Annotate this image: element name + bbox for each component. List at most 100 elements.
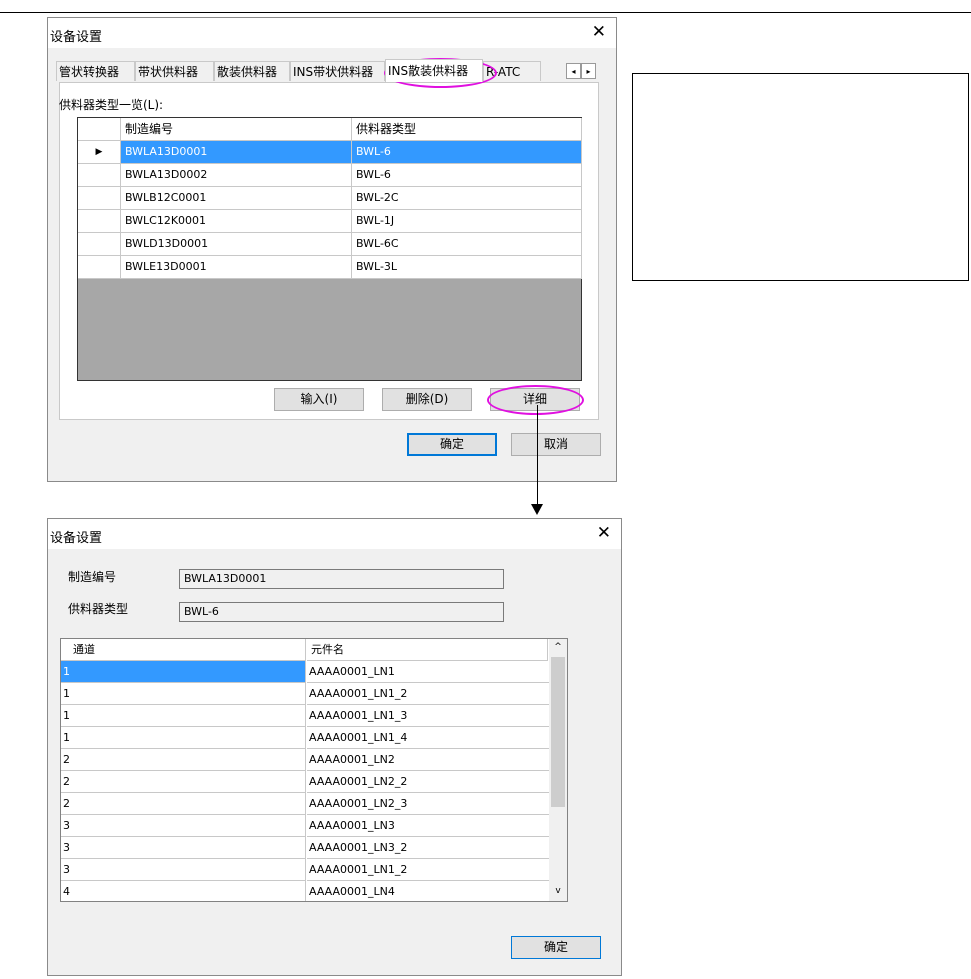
- close-icon[interactable]: ✕: [597, 523, 611, 543]
- feeder-type-grid: 制造编号 供料器类型 ▶ BWLA13D0001 BWL-6 BWLA13D00…: [77, 117, 582, 381]
- channel-cell[interactable]: 2: [61, 771, 306, 793]
- serial-cell[interactable]: BWLD13D0001: [121, 233, 352, 256]
- row-header[interactable]: [78, 187, 121, 210]
- table-row[interactable]: 1 AAAA0001_LN1_3: [61, 705, 550, 727]
- table-row[interactable]: 3 AAAA0001_LN1_2: [61, 859, 550, 881]
- column-header-channel[interactable]: 通道: [61, 639, 306, 661]
- part-name-cell[interactable]: AAAA0001_LN3_2: [307, 837, 550, 859]
- serial-field: BWLA13D0001: [179, 569, 504, 589]
- serial-cell[interactable]: BWLB12C0001: [121, 187, 352, 210]
- delete-button[interactable]: 删除(D): [382, 388, 472, 411]
- table-row[interactable]: 2 AAAA0001_LN2: [61, 749, 550, 771]
- scroll-up-icon[interactable]: ^: [549, 639, 567, 656]
- row-header[interactable]: [78, 164, 121, 187]
- table-row[interactable]: 1 AAAA0001_LN1_2: [61, 683, 550, 705]
- tab-r-atc[interactable]: R-ATC: [483, 61, 541, 81]
- feeder-type-cell[interactable]: BWL-1J: [352, 210, 582, 233]
- serial-cell[interactable]: BWLA13D0001: [121, 141, 352, 164]
- ok-button[interactable]: 确定: [407, 433, 497, 456]
- import-button[interactable]: 输入(I): [274, 388, 364, 411]
- channel-cell[interactable]: 1: [61, 705, 306, 727]
- channel-cell[interactable]: 2: [61, 793, 306, 815]
- part-name-cell[interactable]: AAAA0001_LN2: [307, 749, 550, 771]
- tab-ins-tape-feeder[interactable]: INS带状供料器: [290, 61, 385, 81]
- feeder-type-cell[interactable]: BWL-3L: [352, 256, 582, 279]
- detail-ok-button[interactable]: 确定: [511, 936, 601, 959]
- feeder-type-label: 供料器类型: [68, 602, 129, 616]
- column-header-part-name[interactable]: 元件名: [307, 639, 548, 661]
- table-row[interactable]: 1 AAAA0001_LN1_4: [61, 727, 550, 749]
- channel-cell[interactable]: 1: [61, 727, 306, 749]
- part-name-cell[interactable]: AAAA0001_LN2_2: [307, 771, 550, 793]
- grid-header-row: 通道 元件名: [61, 639, 549, 661]
- feeder-type-cell[interactable]: BWL-2C: [352, 187, 582, 210]
- title-bar: 设备设置 ✕: [48, 18, 616, 48]
- column-header-feeder-type[interactable]: 供料器类型: [352, 118, 582, 141]
- serial-label: 制造编号: [68, 570, 117, 584]
- channel-cell[interactable]: 3: [61, 837, 306, 859]
- channel-part-grid: 通道 元件名 1 AAAA0001_LN1 1 AAAA0001_LN1_2 1 AAAA…: [60, 638, 568, 902]
- serial-cell[interactable]: BWLC12K0001: [121, 210, 352, 233]
- table-row[interactable]: 2 AAAA0001_LN2_2: [61, 771, 550, 793]
- dialog-title: 设备设置: [50, 531, 103, 546]
- scroll-down-icon[interactable]: v: [549, 883, 567, 900]
- close-icon[interactable]: ✕: [592, 22, 606, 42]
- tab-bulk-feeder[interactable]: 散装供料器: [214, 61, 290, 81]
- channel-cell[interactable]: 4: [61, 881, 306, 901]
- part-name-cell[interactable]: AAAA0001_LN1_4: [307, 727, 550, 749]
- row-header[interactable]: [78, 256, 121, 279]
- tab-strip: 管状转换器 带状供料器 散装供料器 INS带状供料器 INS散装供料器 R-AT…: [56, 59, 611, 82]
- channel-cell[interactable]: 1: [61, 683, 306, 705]
- channel-cell[interactable]: 2: [61, 749, 306, 771]
- tab-scroll-left-icon[interactable]: ◂: [566, 63, 581, 79]
- vertical-scrollbar[interactable]: ^ v: [549, 639, 567, 901]
- row-header[interactable]: [78, 233, 121, 256]
- serial-cell[interactable]: BWLE13D0001: [121, 256, 352, 279]
- tab-scroll-right-icon[interactable]: ▸: [581, 63, 596, 79]
- dialog-title: 设备设置: [50, 30, 103, 45]
- current-row-indicator-icon: ▶: [78, 141, 121, 164]
- table-row[interactable]: BWLC12K0001 BWL-1J: [78, 210, 582, 233]
- arrow-line: [537, 405, 538, 505]
- part-name-cell[interactable]: AAAA0001_LN1_2: [307, 683, 550, 705]
- table-row[interactable]: 2 AAAA0001_LN2_3: [61, 793, 550, 815]
- callout-box: [632, 73, 969, 281]
- table-row[interactable]: BWLD13D0001 BWL-6C: [78, 233, 582, 256]
- tab-tape-feeder[interactable]: 带状供料器: [135, 61, 214, 81]
- detail-button[interactable]: 详细: [490, 388, 580, 411]
- part-name-cell[interactable]: AAAA0001_LN1: [307, 661, 550, 683]
- part-name-cell[interactable]: AAAA0001_LN1_2: [307, 859, 550, 881]
- table-row[interactable]: BWLE13D0001 BWL-3L: [78, 256, 582, 279]
- table-row[interactable]: BWLA13D0002 BWL-6: [78, 164, 582, 187]
- feeder-type-cell[interactable]: BWL-6C: [352, 233, 582, 256]
- table-row[interactable]: 3 AAAA0001_LN3_2: [61, 837, 550, 859]
- table-row[interactable]: 3 AAAA0001_LN3: [61, 815, 550, 837]
- top-rule: [0, 12, 971, 13]
- feeder-type-cell[interactable]: BWL-6: [352, 164, 582, 187]
- cancel-button[interactable]: 取消: [511, 433, 601, 456]
- scroll-thumb[interactable]: [551, 657, 565, 807]
- part-name-cell[interactable]: AAAA0001_LN1_3: [307, 705, 550, 727]
- part-name-cell[interactable]: AAAA0001_LN2_3: [307, 793, 550, 815]
- row-header-corner: [78, 118, 121, 141]
- channel-cell[interactable]: 1: [61, 661, 306, 683]
- feeder-type-list-label: 供料器类型一览(L):: [59, 98, 164, 112]
- serial-cell[interactable]: BWLA13D0002: [121, 164, 352, 187]
- part-name-cell[interactable]: AAAA0001_LN4: [307, 881, 550, 901]
- channel-cell[interactable]: 3: [61, 859, 306, 881]
- feeder-type-cell[interactable]: BWL-6: [352, 141, 582, 164]
- table-row[interactable]: ▶ BWLA13D0001 BWL-6: [78, 141, 582, 164]
- feeder-type-field: BWL-6: [179, 602, 504, 622]
- table-row[interactable]: 1 AAAA0001_LN1: [61, 661, 550, 683]
- table-row[interactable]: 4 AAAA0001_LN4: [61, 881, 550, 901]
- tab-ins-bulk-feeder[interactable]: INS散装供料器: [385, 59, 483, 82]
- arrow-down-icon: [531, 504, 543, 515]
- grid-header-row: 制造编号 供料器类型: [78, 118, 582, 141]
- title-bar: 设备设置 ✕: [48, 519, 621, 549]
- table-row[interactable]: BWLB12C0001 BWL-2C: [78, 187, 582, 210]
- row-header[interactable]: [78, 210, 121, 233]
- channel-cell[interactable]: 3: [61, 815, 306, 837]
- tab-tube-converter[interactable]: 管状转换器: [56, 61, 135, 81]
- column-header-serial[interactable]: 制造编号: [121, 118, 352, 141]
- part-name-cell[interactable]: AAAA0001_LN3: [307, 815, 550, 837]
